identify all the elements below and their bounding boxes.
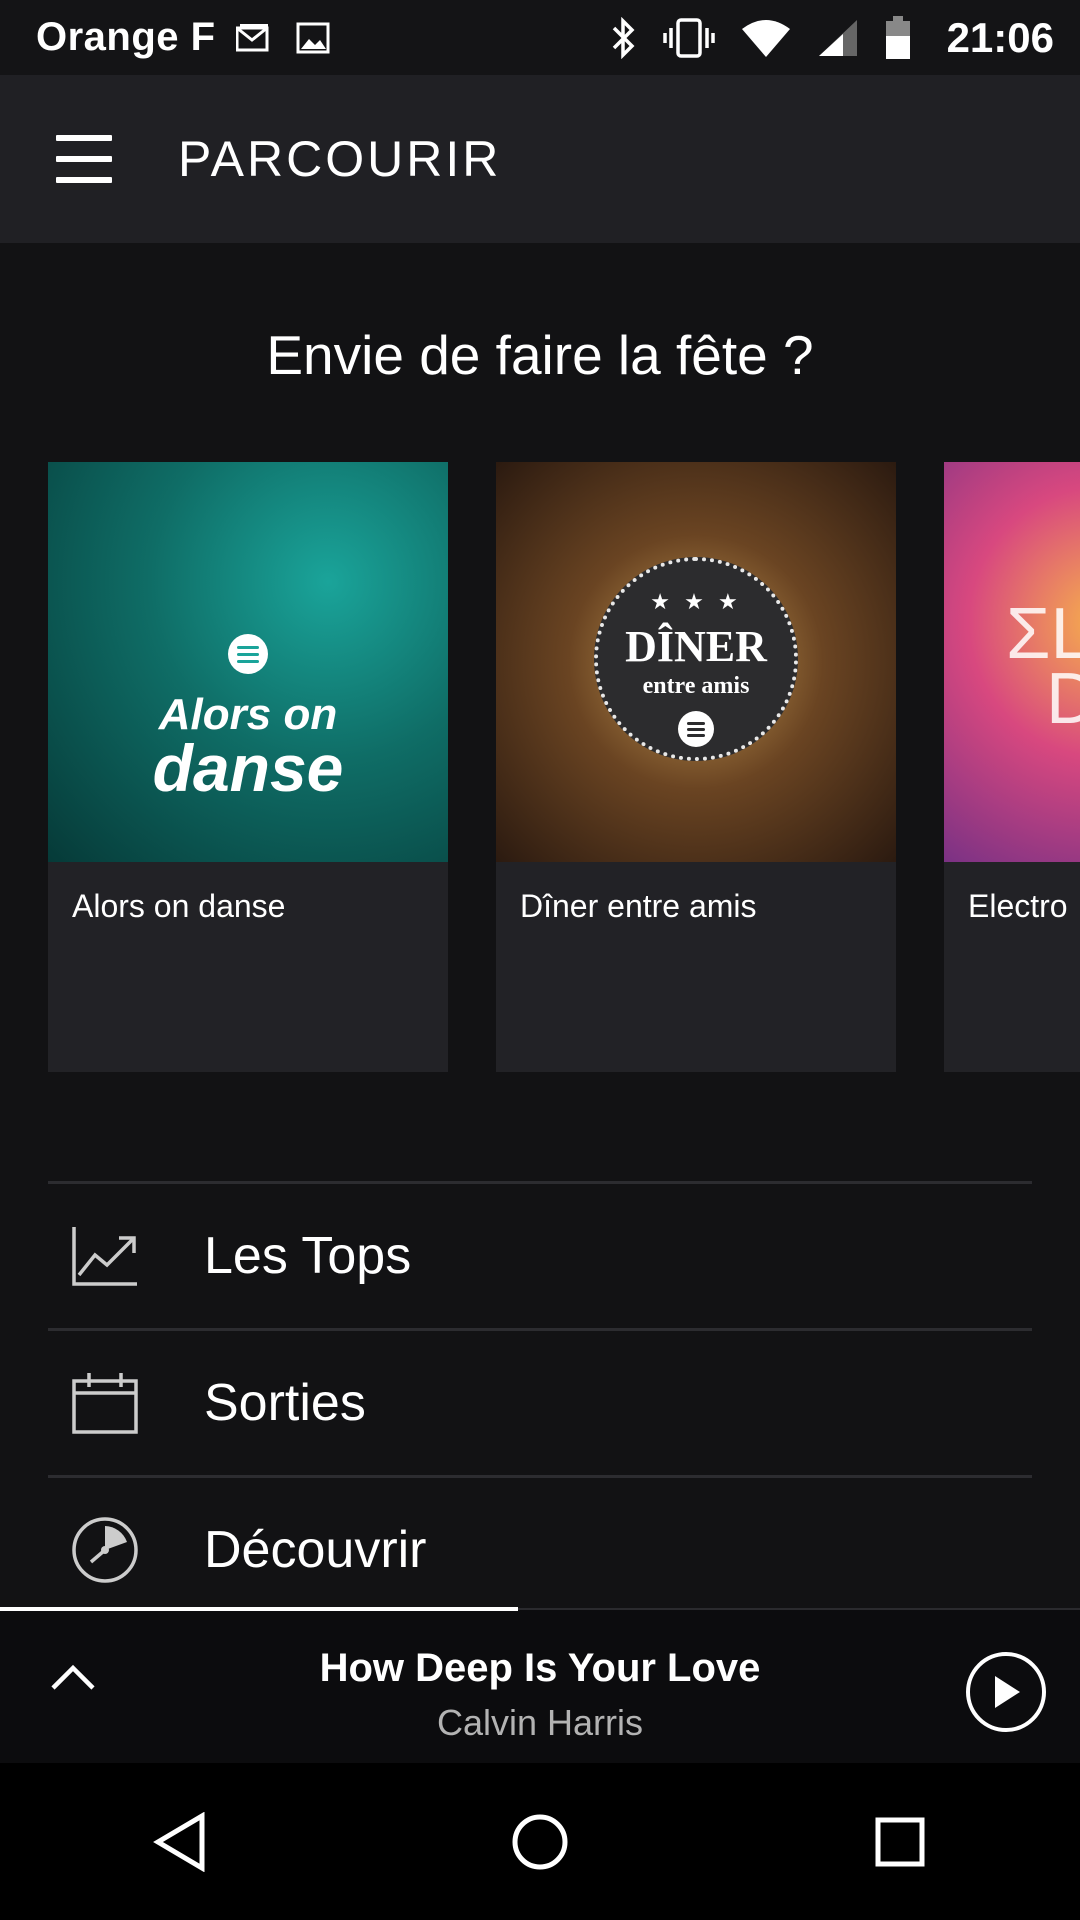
cover-text-line: ΣL	[1006, 594, 1080, 674]
browse-category-list: Les Tops Sorties Découvrir	[48, 1181, 1032, 1608]
list-item-label: Les Tops	[204, 1227, 412, 1285]
playlist-card-label: Alors on danse	[72, 888, 286, 924]
now-playing-bar[interactable]: How Deep Is Your Love Calvin Harris	[0, 1607, 1080, 1763]
list-item-decouvrir[interactable]: Découvrir	[48, 1475, 1032, 1608]
playlist-card-alors-on-danse[interactable]: Alors on danse Alors on danse	[48, 462, 448, 1072]
cover-text: entre amis	[642, 673, 750, 699]
carrier-name: Orange F	[36, 15, 216, 59]
list-item-les-tops[interactable]: Les Tops	[48, 1181, 1032, 1328]
playlist-card-label: Dîner entre amis	[520, 888, 757, 924]
menu-line	[56, 135, 112, 141]
cover-text-line: D	[1046, 658, 1080, 739]
battery-icon	[885, 15, 911, 60]
browse-content[interactable]: Envie de faire la fête ? Alors on danse …	[0, 243, 1080, 1608]
section-title: Envie de faire la fête ?	[266, 324, 814, 386]
list-item-label: Découvrir	[204, 1521, 427, 1579]
play-circle-icon[interactable]	[966, 1652, 1046, 1732]
chart-trend-icon	[70, 1221, 140, 1291]
playlist-cover: ★ ★ ★ DÎNER entre amis	[496, 462, 896, 862]
system-navigation-bar	[0, 1763, 1080, 1920]
discover-compass-icon	[70, 1515, 140, 1585]
playlist-card-label: Electro	[968, 888, 1068, 924]
playback-progress-bar	[0, 1607, 519, 1611]
status-left: Orange F	[36, 15, 356, 60]
spotify-logo-icon	[228, 634, 268, 674]
playlist-cover: ΣL D	[944, 462, 1080, 862]
wifi-icon	[741, 19, 791, 57]
signal-icon	[817, 18, 859, 58]
playlist-card-diner-entre-amis[interactable]: ★ ★ ★ DÎNER entre amis Dîner entre amis	[496, 462, 896, 1072]
back-triangle-icon[interactable]	[125, 1787, 235, 1897]
status-right: 21:06	[611, 14, 1054, 62]
cover-text: ΣL D	[1006, 594, 1080, 739]
mail-icon	[235, 23, 270, 52]
calendar-icon	[70, 1368, 140, 1438]
vibrate-icon	[662, 17, 715, 58]
status-bar: Orange F 21:06	[0, 0, 1080, 75]
track-title: How Deep Is Your Love	[319, 1646, 761, 1690]
hamburger-menu-icon[interactable]	[56, 135, 140, 183]
image-icon	[296, 22, 330, 54]
spotify-logo-icon	[678, 711, 714, 747]
list-item-sorties[interactable]: Sorties	[48, 1328, 1032, 1475]
cover-text: DÎNER	[625, 622, 767, 671]
cover-text: danse	[152, 731, 344, 805]
home-circle-icon[interactable]	[485, 1787, 595, 1897]
menu-line	[56, 177, 112, 183]
clock: 21:06	[946, 13, 1054, 61]
stars-icon: ★ ★ ★	[650, 589, 742, 614]
playlist-carousel[interactable]: Alors on danse Alors on danse ★ ★ ★ DÎNE…	[48, 462, 1080, 1072]
app-bar: PARCOURIR	[0, 75, 1080, 243]
page-title: PARCOURIR	[178, 131, 502, 187]
list-item-label: Sorties	[204, 1374, 366, 1432]
track-artist: Calvin Harris	[436, 1702, 644, 1743]
bluetooth-icon	[611, 16, 637, 59]
recents-square-icon[interactable]	[845, 1787, 955, 1897]
playlist-cover: Alors on danse	[48, 462, 448, 862]
menu-line	[56, 156, 112, 162]
playlist-card-electro[interactable]: ΣL D Electro	[944, 462, 1080, 1072]
diner-badge: ★ ★ ★ DÎNER entre amis	[594, 557, 798, 761]
